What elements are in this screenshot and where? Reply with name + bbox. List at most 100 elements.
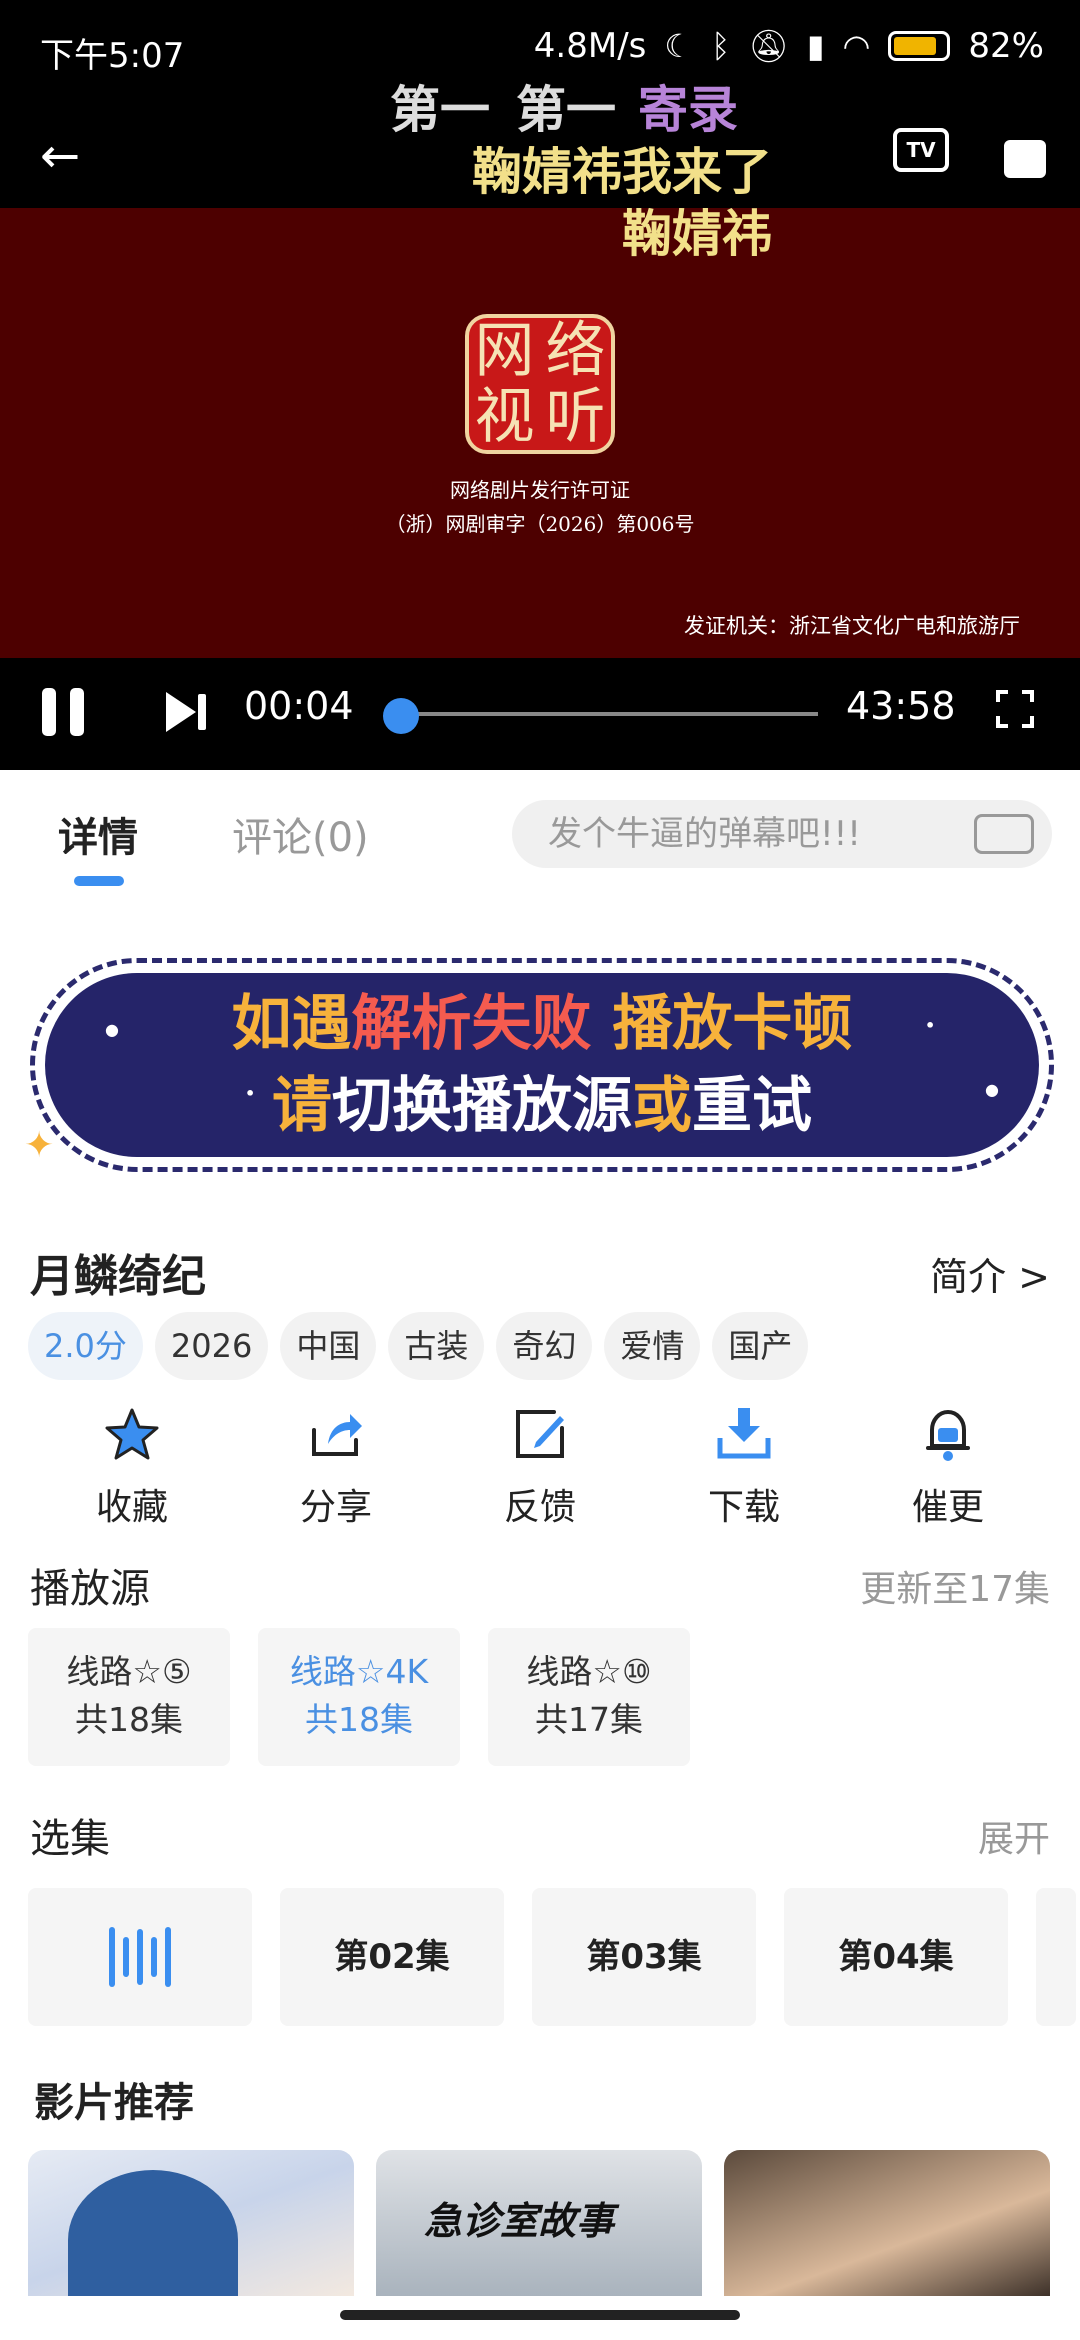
source-item[interactable]: 线路☆⑩ 共17集: [488, 1628, 690, 1766]
network-speed: 4.8M/s: [533, 26, 647, 66]
danmaku-settings-icon[interactable]: [974, 814, 1034, 854]
recommendations-title: 影片推荐: [34, 2080, 194, 2126]
pip-icon[interactable]: [1004, 140, 1046, 178]
episode-item[interactable]: [1036, 1888, 1076, 2026]
source-count: 共17集: [535, 1700, 643, 1739]
action-label: 收藏: [95, 1487, 168, 1528]
seal-char: 络: [545, 316, 606, 386]
episode-item[interactable]: 第02集: [280, 1888, 504, 2026]
star-decoration-icon: •: [145, 1154, 156, 1173]
recommendation-poster[interactable]: [28, 2150, 354, 2296]
moon-icon: ☾: [664, 27, 694, 65]
banner-text: 请: [272, 1071, 332, 1141]
banner-line-2: 请切换播放源或重试: [45, 1065, 1039, 1147]
battery-level: 82%: [968, 26, 1044, 66]
source-item-selected[interactable]: 线路☆4K 共18集: [258, 1628, 460, 1766]
episode-item[interactable]: 第04集: [784, 1888, 1008, 2026]
wifi-icon: ◠: [842, 27, 871, 65]
banner-text: 或: [632, 1071, 692, 1141]
score-tag: 2.0分: [28, 1312, 143, 1380]
source-list: 线路☆⑤ 共18集 线路☆4K 共18集 线路☆⑩ 共17集: [28, 1628, 690, 1766]
source-count: 共18集: [75, 1700, 183, 1739]
seek-knob[interactable]: [382, 698, 419, 734]
action-label: 反馈: [503, 1487, 576, 1528]
source-name: 线路☆4K: [289, 1652, 429, 1691]
share-icon: [312, 1414, 362, 1456]
episodes-title: 选集: [30, 1816, 110, 1862]
bluetooth-icon: ᛒ: [711, 27, 731, 65]
recommendation-poster[interactable]: 急诊室故事: [376, 2150, 702, 2296]
fullscreen-icon[interactable]: [996, 690, 1034, 728]
source-name: 线路☆⑤: [66, 1652, 192, 1691]
feedback-button[interactable]: 反馈: [480, 1404, 600, 1530]
recommendation-list: 急诊室故事: [28, 2150, 1050, 2296]
current-time: 00:04: [244, 684, 354, 728]
home-indicator[interactable]: [340, 2310, 740, 2320]
source-item[interactable]: 线路☆⑤ 共18集: [28, 1628, 230, 1766]
bell-icon: [926, 1409, 970, 1461]
episode-current[interactable]: [28, 1888, 252, 2026]
tag-list: 2.0分 2026 中国 古装 奇幻 爱情 国产: [28, 1312, 809, 1380]
notice-banner-body: 如遇解析失败 播放卡顿 请切换播放源或重试 ● • • ● •: [45, 973, 1039, 1173]
tag[interactable]: 国产: [712, 1312, 809, 1380]
tag[interactable]: 古装: [388, 1312, 485, 1380]
pause-icon[interactable]: [42, 688, 88, 736]
star-icon: [105, 1408, 159, 1460]
status-time: 下午5:07: [40, 36, 185, 76]
player-controls: 00:04 43:58: [0, 658, 1080, 770]
urge-update-button[interactable]: 催更: [888, 1404, 1008, 1530]
tag[interactable]: 奇幻: [496, 1312, 593, 1380]
danmaku-text: 鞠婧祎: [622, 208, 772, 263]
banner-text: 如遇: [231, 989, 352, 1059]
download-icon: [717, 1408, 771, 1459]
source-count: 共18集: [305, 1700, 413, 1739]
episode-list: 第02集 第03集 第04集: [28, 1888, 1076, 2026]
tag[interactable]: 爱情: [604, 1312, 701, 1380]
seal-char: 视: [474, 382, 535, 452]
seal-char: 网: [474, 316, 535, 386]
duration: 43:58: [846, 684, 956, 728]
banner-line-1: 如遇解析失败 播放卡顿: [45, 983, 1039, 1065]
status-icons: 4.8M/s ☾ ᛒ 🔕︎ ▮ ◠ 82%: [534, 26, 1044, 66]
playing-indicator-icon: [109, 1888, 171, 2026]
tv-cast-icon[interactable]: TV: [893, 128, 949, 172]
tag[interactable]: 2026: [154, 1312, 269, 1380]
battery-icon: [888, 31, 951, 61]
update-status: 更新至17集: [860, 1569, 1050, 1610]
banner-text: 切换播放源: [332, 1071, 632, 1141]
seal-char: 听: [545, 382, 606, 452]
star-decoration-icon: ●: [985, 1080, 999, 1099]
sparkle-icon: ✦: [24, 1125, 55, 1166]
license-number: （浙）网剧审字（2026）第006号: [385, 512, 695, 536]
seek-bar[interactable]: [400, 712, 818, 716]
expand-link[interactable]: 展开: [978, 1810, 1050, 1862]
share-button[interactable]: 分享: [276, 1404, 396, 1530]
danmaku-placeholder: 发个牛逼的弹幕吧!!!: [548, 814, 861, 854]
tab-comments[interactable]: 评论(0): [232, 805, 369, 863]
banner-text: 重试: [692, 1071, 812, 1141]
star-decoration-icon: ●: [105, 1020, 119, 1039]
intro-link[interactable]: 简介 >: [930, 1246, 1050, 1301]
banner-text: 解析失败: [351, 989, 592, 1059]
recommendation-poster[interactable]: [724, 2150, 1050, 2296]
signal-icon: ▮: [806, 27, 825, 65]
license-issuer: 发证机关：浙江省文化广电和旅游厅: [684, 614, 1020, 638]
show-title: 月鳞绮纪: [30, 1251, 206, 1302]
download-button[interactable]: 下载: [684, 1404, 804, 1530]
tag[interactable]: 中国: [280, 1312, 377, 1380]
license-title: 网络剧片发行许可证: [450, 478, 630, 502]
star-decoration-icon: •: [245, 1084, 256, 1103]
action-label: 分享: [299, 1487, 372, 1528]
danmaku-text: 鞠婧祎我来了: [472, 143, 772, 201]
tab-details[interactable]: 详情: [58, 805, 138, 863]
tab-indicator: [74, 876, 124, 886]
next-episode-icon[interactable]: [162, 688, 210, 736]
favorite-button[interactable]: 收藏: [72, 1404, 192, 1530]
notice-banner: 如遇解析失败 播放卡顿 请切换播放源或重试 ● • • ● •: [30, 958, 1054, 1173]
action-bar: 收藏 分享 反馈 下载 催更: [30, 1404, 1050, 1530]
action-label: 下载: [707, 1487, 780, 1528]
episode-item[interactable]: 第03集: [532, 1888, 756, 2026]
danmaku-input[interactable]: 发个牛逼的弹幕吧!!!: [512, 800, 1052, 868]
poster-title: 急诊室故事: [424, 2199, 615, 2243]
back-arrow-icon[interactable]: ←: [40, 128, 80, 184]
